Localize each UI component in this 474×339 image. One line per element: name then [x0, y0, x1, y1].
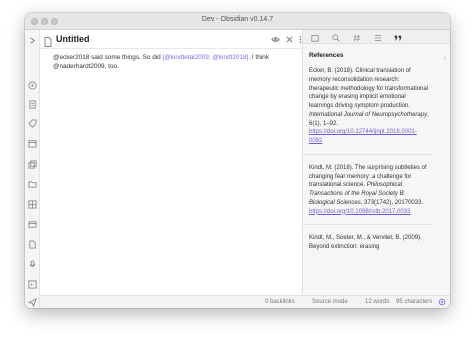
collapse-icon[interactable]	[28, 36, 37, 45]
left-ribbon	[25, 30, 40, 308]
right-pane-tabs	[303, 30, 450, 44]
copy-icon[interactable]	[28, 160, 37, 169]
word-count: 12 words	[365, 299, 390, 305]
divider	[303, 153, 433, 155]
search-icon[interactable]	[331, 33, 340, 42]
tag-icon[interactable]	[28, 119, 37, 128]
graph-icon[interactable]	[28, 81, 37, 90]
layers-icon[interactable]	[28, 200, 37, 209]
editor-mode[interactable]: Source mode	[312, 299, 348, 305]
send-icon[interactable]	[28, 298, 37, 307]
folder-icon[interactable]	[28, 180, 37, 189]
doi-link[interactable]: https://doi.org/10.1098/rstb.2017.0033	[309, 209, 410, 215]
archive-icon[interactable]	[28, 220, 37, 229]
divider	[303, 224, 433, 226]
reference-item: Kindt, M. (2018). The surprising subtlet…	[309, 164, 427, 215]
references-list: References Ecker, B. (2018). Clinical tr…	[303, 44, 433, 308]
terminal-icon[interactable]	[28, 280, 37, 289]
close-icon[interactable]	[285, 35, 294, 44]
quote-icon[interactable]	[393, 33, 402, 42]
references-pane: › References Ecker, B. (2018). Clinical …	[303, 30, 450, 308]
references-heading: References	[309, 52, 344, 59]
file-icon[interactable]	[28, 100, 37, 109]
reference-item: Ecker, B. (2018). Clinical translation o…	[309, 68, 429, 144]
citation-text[interactable]: [@kindtetal2009; @kindt2018]	[163, 54, 249, 61]
tag-icon[interactable]	[352, 33, 361, 42]
reading-view-icon[interactable]	[271, 35, 280, 44]
editor-tab-header: Untitled	[40, 30, 302, 49]
character-count: 95 characters	[396, 299, 433, 305]
backlinks-count[interactable]: 0 backlinks	[265, 299, 295, 305]
microphone-icon[interactable]	[28, 260, 37, 269]
calendar-icon[interactable]	[28, 139, 37, 148]
page-icon[interactable]	[28, 240, 37, 249]
editor-text-before: @ecker2018 said some things. So did	[53, 54, 163, 61]
status-bar: 0 backlinks Source mode 12 words 95 char…	[40, 295, 450, 308]
title-bar: Dev - Obsidian v0.14.7	[25, 13, 450, 30]
chevron-right-icon[interactable]: ›	[444, 55, 446, 62]
doi-link[interactable]: https://doi.org/10.12744/ijnpt.2018.0001…	[309, 129, 417, 144]
sync-icon[interactable]	[438, 298, 446, 306]
editor-content[interactable]: @ecker2018 said some things. So did [@ki…	[40, 49, 302, 295]
file-explorer-icon[interactable]	[310, 33, 319, 42]
note-title[interactable]: Untitled	[56, 34, 90, 44]
outline-icon[interactable]	[373, 33, 382, 42]
document-icon	[44, 34, 52, 47]
reference-item: Kindt, M., Soeter, M., & Vervliet, B. (2…	[309, 235, 422, 250]
obsidian-window: Dev - Obsidian v0.14.7 Untitled @ecker20…	[25, 13, 450, 308]
window-title: Dev - Obsidian v0.14.7	[201, 16, 274, 23]
